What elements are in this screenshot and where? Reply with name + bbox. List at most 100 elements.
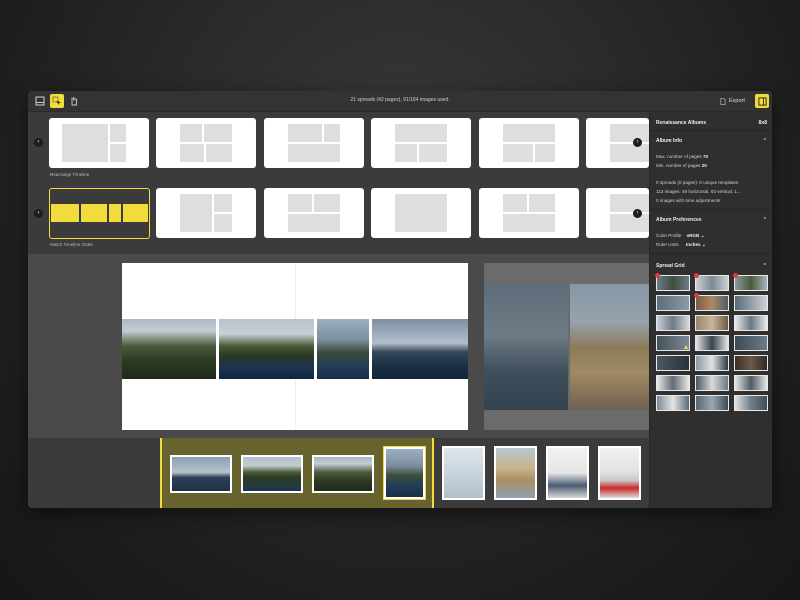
album-info-section-header[interactable]: Album Info ⌃	[656, 138, 767, 144]
min-pages-row: Min. number of pages 20	[656, 163, 707, 168]
template-card[interactable]	[156, 188, 256, 238]
album-preferences-section-header[interactable]: Album Preferences ⌃	[656, 217, 767, 223]
min-pages-value: 20	[701, 163, 707, 168]
spread-thumb-image	[696, 396, 728, 410]
templates-prev-button[interactable]: ‹	[34, 138, 43, 147]
spread-grid-item[interactable]	[734, 295, 768, 311]
error-badge	[694, 273, 699, 278]
spread-grid-item[interactable]	[734, 315, 768, 331]
spread-grid-item[interactable]	[656, 295, 690, 311]
album-preferences-title: Album Preferences	[656, 217, 702, 223]
export-button[interactable]: Export	[720, 96, 745, 106]
spread-grid-item[interactable]	[656, 335, 690, 351]
thumbnail-image	[600, 448, 639, 498]
spread-grid-item[interactable]	[733, 273, 768, 291]
spread-photo[interactable]	[372, 319, 468, 379]
spread-grid-item[interactable]	[695, 395, 729, 411]
template-card[interactable]	[479, 118, 579, 168]
filmstrip-thumbnail[interactable]	[170, 455, 232, 493]
spread-grid-item[interactable]	[734, 335, 768, 351]
thumbnail-image	[243, 457, 301, 491]
spread-photo[interactable]	[484, 284, 568, 410]
filmstrip-thumbnail-active[interactable]	[383, 446, 426, 500]
spread-grid-item[interactable]	[656, 355, 690, 371]
filmstrip-thumbnail[interactable]	[241, 455, 303, 493]
divider	[650, 130, 772, 131]
template-card-selected[interactable]	[49, 188, 150, 239]
template-cell	[288, 144, 340, 162]
template-cell	[529, 194, 555, 212]
template-cell	[81, 204, 107, 222]
spread-photo[interactable]	[570, 284, 649, 410]
spread-grid-section-header[interactable]: Spread Grid ⌃	[656, 263, 767, 269]
template-card[interactable]	[371, 118, 471, 168]
spread-grid-item[interactable]	[656, 395, 690, 411]
chevron-up-icon: ⌃	[762, 217, 767, 223]
template-card[interactable]	[156, 118, 256, 168]
spread-photo[interactable]	[317, 319, 369, 379]
template-card[interactable]	[264, 118, 364, 168]
template-cell	[324, 124, 340, 142]
template-cell	[610, 194, 649, 212]
template-row-rearrange: ‹ › Rearrange Timeline	[28, 118, 649, 177]
next-spread[interactable]	[484, 263, 649, 430]
templates-prev-button-2[interactable]: ‹	[34, 209, 43, 218]
spread-grid-item[interactable]	[734, 355, 768, 371]
filmstrip-thumbnail[interactable]	[494, 446, 537, 500]
spread-grid-item[interactable]	[695, 335, 729, 351]
spread-thumb-image	[696, 296, 728, 310]
template-cell	[204, 124, 232, 142]
template-cell	[51, 204, 79, 222]
thumbnail-image	[496, 448, 535, 498]
album-stats-spreads: 0 spreads (0 pages): 0 unique templates	[656, 180, 739, 185]
spread-grid-item[interactable]	[695, 375, 729, 391]
templates-next-button-2[interactable]: ›	[633, 209, 642, 218]
spread-photo[interactable]	[122, 319, 216, 379]
album-header: Renaissance Albums 8x8	[656, 120, 767, 126]
chevron-up-icon: ⌃	[762, 138, 767, 144]
filmstrip-thumbnail[interactable]	[442, 446, 485, 500]
chevron-down-icon: ⌄	[701, 242, 706, 247]
app-window: 21 spreads (42 pages), 91/184 images use…	[28, 91, 772, 508]
spread-grid-item[interactable]	[656, 375, 690, 391]
filmstrip-thumbnail[interactable]	[546, 446, 589, 500]
spread-grid-item[interactable]	[694, 293, 729, 311]
toggle-side-panel-button[interactable]	[755, 94, 769, 108]
chevron-down-icon: ⌄	[700, 233, 705, 238]
spread-grid-item[interactable]	[734, 395, 768, 411]
spread-canvas[interactable]	[28, 254, 649, 438]
album-stats-images: 113 images: 49 horizontal, 63 vertical, …	[656, 189, 741, 194]
spread-grid-item[interactable]	[695, 315, 729, 331]
spread-thumb-image	[657, 296, 689, 310]
document-icon	[720, 97, 726, 105]
templates-next-button[interactable]: ›	[633, 138, 642, 147]
current-spread[interactable]	[122, 263, 468, 430]
selection-start-handle[interactable]	[160, 438, 162, 508]
filmstrip-thumbnail[interactable]	[598, 446, 641, 500]
template-card[interactable]	[264, 188, 364, 238]
spread-photo[interactable]	[219, 319, 314, 379]
template-cell	[214, 194, 232, 212]
spread-grid-item[interactable]	[694, 273, 729, 291]
template-row-match: ‹ › Match Timeline Order	[28, 188, 649, 247]
template-cell	[123, 204, 148, 222]
template-cell	[109, 204, 121, 222]
max-pages-row: Max. number of pages 70	[656, 154, 708, 159]
spread-thumb-image	[657, 396, 689, 410]
template-cell	[503, 214, 555, 232]
error-badge	[733, 273, 738, 278]
filmstrip-thumbnail[interactable]	[312, 455, 374, 493]
spread-grid-item[interactable]	[656, 315, 690, 331]
template-card[interactable]	[49, 118, 149, 168]
spread-grid-item[interactable]	[655, 273, 690, 291]
template-cell	[395, 144, 417, 162]
ruler-units-dropdown[interactable]: Inches ⌄	[686, 242, 706, 247]
template-card[interactable]	[371, 188, 471, 238]
selection-end-handle[interactable]	[432, 438, 434, 508]
template-card[interactable]	[479, 188, 579, 238]
color-profile-dropdown[interactable]: sRGB ⌄	[687, 233, 705, 238]
spread-grid-item[interactable]	[734, 375, 768, 391]
thumbnail-image	[314, 457, 372, 491]
spread-grid-item[interactable]	[695, 355, 729, 371]
spread-thumb-image	[657, 316, 689, 330]
